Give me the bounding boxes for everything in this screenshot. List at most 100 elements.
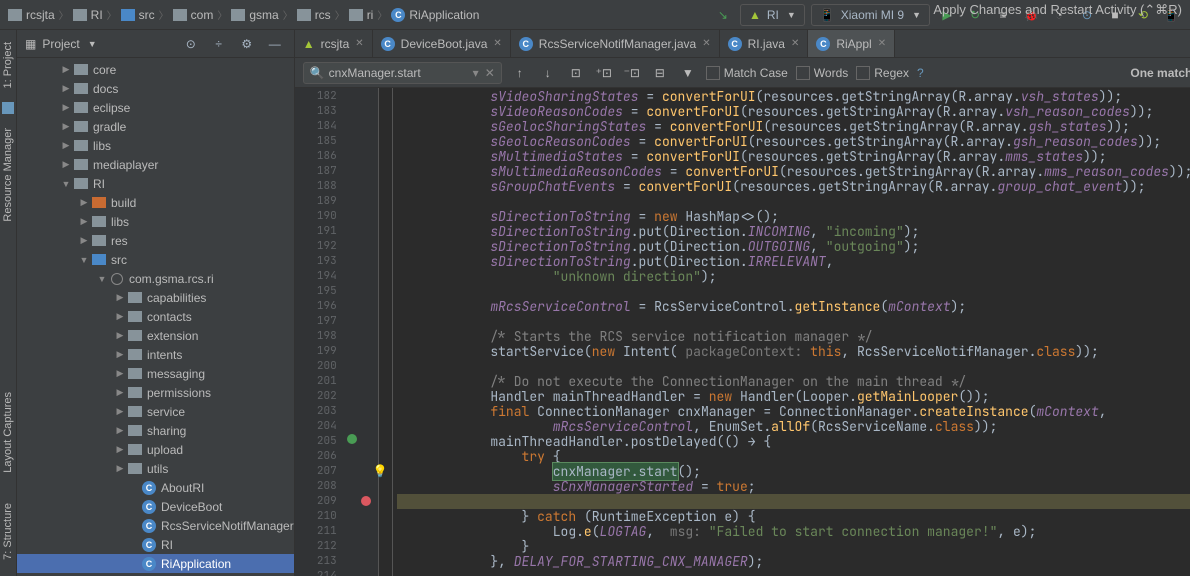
override-marker[interactable] (347, 434, 357, 444)
close-icon[interactable]: ✕ (702, 38, 710, 49)
tree-item-core[interactable]: ▶core (17, 60, 294, 79)
tree-item-build[interactable]: ▶build (17, 193, 294, 212)
breadcrumb-1[interactable]: RI (73, 8, 103, 22)
close-icon[interactable]: ✕ (355, 38, 363, 49)
left-tool-gutter: 1: Project Resource Manager Layout Captu… (0, 30, 17, 576)
editor-area: ▲rcsjta✕CDeviceBoot.java✕CRcsServiceNoti… (295, 30, 1190, 576)
tab-riappl[interactable]: CRiAppl✕ (808, 30, 895, 57)
search-icon: 🔍 (310, 66, 325, 80)
find-bar: 🔍 ▾ ✕ ↑ ↓ ⊡ ⁺⊡ ⁻⊡ ⊟ ▼ Match Case Words R… (295, 58, 1190, 88)
device-label: Xiaomi MI 9 (841, 8, 904, 22)
chevron-down-icon: ▼ (787, 10, 796, 20)
tree-item-utils[interactable]: ▶utils (17, 459, 294, 478)
panel-title: Project (42, 37, 79, 51)
line-numbers: 1821831841851861871881891901911921931941… (295, 88, 343, 576)
breadcrumb-0[interactable]: rcsjta (8, 8, 55, 22)
tab-rcsservicenotifmanager-java[interactable]: CRcsServiceNotifManager.java✕ (511, 30, 720, 57)
tree-item-riapplication[interactable]: CRiApplication (17, 554, 294, 573)
device-select[interactable]: 📱 Xiaomi MI 9 ▼ (811, 4, 930, 26)
tab-resource-manager[interactable]: Resource Manager (0, 120, 16, 230)
hide-icon[interactable]: — (264, 33, 286, 55)
code-lines[interactable]: sVideoSharingStates = convertForUI(resou… (393, 88, 1190, 576)
settings-icon[interactable]: ⚙ (236, 33, 258, 55)
tree-item-ri[interactable]: CRI (17, 535, 294, 554)
chevron-down-icon: ▼ (912, 10, 921, 20)
tab-deviceboot-java[interactable]: CDeviceBoot.java✕ (373, 30, 511, 57)
tree-item-contacts[interactable]: ▶contacts (17, 307, 294, 326)
tree-item-libs[interactable]: ▶libs (17, 136, 294, 155)
project-panel: ▦ Project ▼ ⊙ ÷ ⚙ — ▶core▶docs▶eclipse▶g… (17, 30, 295, 576)
match-case-checkbox[interactable]: Match Case (706, 66, 788, 80)
tree-item-rcsservicenotifmanager[interactable]: CRcsServiceNotifManager (17, 516, 294, 535)
clear-find-icon[interactable]: ✕ (485, 66, 495, 80)
breakpoint[interactable] (361, 496, 371, 506)
editor-tabs: ▲rcsjta✕CDeviceBoot.java✕CRcsServiceNoti… (295, 30, 1190, 58)
tree-item-deviceboot[interactable]: CDeviceBoot (17, 497, 294, 516)
next-match-button[interactable]: ↓ (538, 63, 558, 83)
breadcrumb-5[interactable]: rcs (297, 8, 331, 22)
words-checkbox[interactable]: Words (796, 66, 848, 80)
tree-item-aboutri[interactable]: CAboutRI (17, 478, 294, 497)
code-area: 1821831841851861871881891901911921931941… (295, 88, 1190, 576)
close-icon[interactable]: ✕ (791, 38, 799, 49)
project-tree[interactable]: ▶core▶docs▶eclipse▶gradle▶libs▶mediaplay… (17, 58, 294, 576)
tree-item-res[interactable]: ▶res (17, 231, 294, 250)
tree-item-src[interactable]: ▼src (17, 250, 294, 269)
tab-rcsjta[interactable]: ▲rcsjta✕ (295, 30, 373, 57)
tree-item-messaging[interactable]: ▶messaging (17, 364, 294, 383)
match-count: One match (1130, 66, 1190, 80)
tree-item-extension[interactable]: ▶extension (17, 326, 294, 345)
help-icon[interactable]: ? (917, 66, 924, 80)
collapse-all-icon[interactable]: ÷ (208, 33, 230, 55)
apply-banner: Apply Changes and Restart Activity (⌃⌘R) (933, 2, 1182, 18)
code-fold-gutter[interactable] (379, 88, 393, 576)
tree-item-service[interactable]: ▶service (17, 402, 294, 421)
select-all-button[interactable]: ⊡ (566, 63, 586, 83)
tab-layout-captures[interactable]: Layout Captures (0, 384, 16, 481)
tree-item-capabilities[interactable]: ▶capabilities (17, 288, 294, 307)
tab-ri-java[interactable]: CRI.java✕ (720, 30, 809, 57)
panel-icon: ▦ (25, 37, 36, 51)
tree-item-upload[interactable]: ▶upload (17, 440, 294, 459)
tab-project[interactable]: 1: Project (0, 34, 16, 96)
prev-match-button[interactable]: ↑ (510, 63, 530, 83)
history-icon[interactable]: ▾ (473, 66, 479, 80)
intention-bulb-icon[interactable]: 💡 (373, 464, 388, 479)
select-opened-file-icon[interactable]: ⊙ (180, 33, 202, 55)
add-selection-button[interactable]: ⁺⊡ (594, 63, 614, 83)
find-input-wrap: 🔍 ▾ ✕ (303, 62, 502, 84)
tree-item-ri[interactable]: ▼RI (17, 174, 294, 193)
breadcrumb-4[interactable]: gsma (231, 8, 278, 22)
tree-item-permissions[interactable]: ▶permissions (17, 383, 294, 402)
tree-item-com-gsma-rcs-ri[interactable]: ▼com.gsma.rcs.ri (17, 269, 294, 288)
close-icon[interactable]: ✕ (878, 38, 886, 49)
tree-item-intents[interactable]: ▶intents (17, 345, 294, 364)
tree-item-gradle[interactable]: ▶gradle (17, 117, 294, 136)
run-config-label: RI (767, 8, 779, 22)
breadcrumb-7[interactable]: CRiApplication (391, 8, 479, 22)
filter-icon[interactable]: ▼ (678, 63, 698, 83)
breadcrumbs: rcsjta〉 RI〉 src〉 com〉 gsma〉 rcs〉 ri〉 CRi… (8, 7, 712, 22)
breadcrumb-3[interactable]: com (173, 8, 214, 22)
tree-item-libs[interactable]: ▶libs (17, 212, 294, 231)
chevron-down-icon[interactable]: ▼ (88, 39, 97, 49)
tree-item-mediaplayer[interactable]: ▶mediaplayer (17, 155, 294, 174)
regex-checkbox[interactable]: Regex (856, 66, 909, 80)
panel-header: ▦ Project ▼ ⊙ ÷ ⚙ — (17, 30, 294, 58)
find-input[interactable] (329, 66, 469, 80)
tree-item-eclipse[interactable]: ▶eclipse (17, 98, 294, 117)
run-config-select[interactable]: ▲ RI ▼ (740, 4, 805, 26)
phone-icon: 📱 (820, 8, 835, 22)
resource-manager-icon[interactable] (2, 102, 14, 114)
toggle-2[interactable]: ⊟ (650, 63, 670, 83)
breadcrumb-6[interactable]: ri (349, 8, 374, 22)
android-icon: ▲ (749, 8, 761, 22)
tree-item-docs[interactable]: ▶docs (17, 79, 294, 98)
close-icon[interactable]: ✕ (493, 38, 501, 49)
build-button[interactable]: ↘ (712, 4, 734, 26)
tab-structure[interactable]: 7: Structure (0, 495, 16, 568)
gutter-marks[interactable]: 💡 (343, 88, 379, 576)
toggle-1[interactable]: ⁻⊡ (622, 63, 642, 83)
breadcrumb-2[interactable]: src (121, 8, 155, 22)
tree-item-sharing[interactable]: ▶sharing (17, 421, 294, 440)
